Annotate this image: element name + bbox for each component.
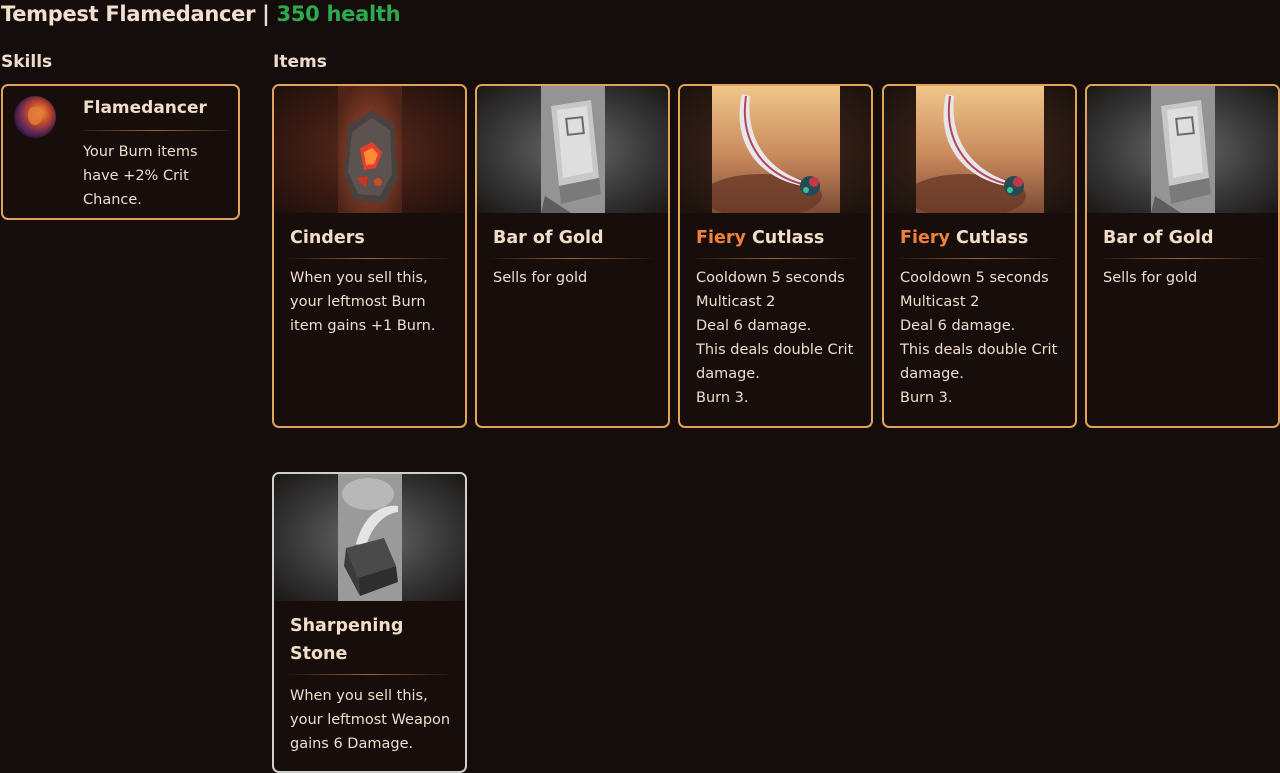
title-separator: | [255, 2, 277, 26]
item-title-prefix: Fiery [696, 228, 746, 248]
item-title: Fiery Cutlass [696, 224, 861, 252]
item-description: Cooldown 5 seconds Multicast 2 Deal 6 da… [900, 266, 1070, 410]
item-desc-line: Sells for gold [493, 270, 588, 286]
item-desc-line: Deal 6 damage. [900, 318, 1016, 334]
item-desc-line: When you sell this, your leftmost Burn i… [290, 270, 436, 334]
item-description: When you sell this, your leftmost Weapon… [290, 684, 460, 756]
item-desc-line: Multicast 2 [900, 294, 980, 310]
gold-bar-icon [540, 86, 605, 213]
item-art [274, 474, 465, 601]
item-description: Cooldown 5 seconds Multicast 2 Deal 6 da… [696, 266, 866, 410]
item-card-bar-of-gold[interactable]: Bar of Gold Sells for gold [475, 84, 670, 428]
item-title-name: Cutlass [751, 228, 825, 248]
item-title: Bar of Gold [1103, 224, 1268, 252]
item-title-name: Bar of Gold [1103, 228, 1214, 248]
item-art [1087, 86, 1278, 213]
item-title: Sharpening Stone [290, 612, 455, 668]
item-desc-line: Cooldown 5 seconds [900, 270, 1049, 286]
cutlass-sword-icon [915, 86, 1044, 213]
item-desc-line: This deals double Crit damage. [900, 342, 1058, 382]
item-desc-line: Multicast 2 [696, 294, 776, 310]
item-card-sharpening-stone[interactable]: Sharpening Stone When you sell this, you… [272, 472, 467, 773]
item-art [884, 86, 1075, 213]
item-card-fiery-cutlass[interactable]: Fiery Cutlass Cooldown 5 seconds Multica… [882, 84, 1077, 428]
item-title-name: Cutlass [955, 228, 1029, 248]
item-card-bar-of-gold[interactable]: Bar of Gold Sells for gold [1085, 84, 1280, 428]
skill-divider [83, 130, 229, 131]
cinders-rock-icon [337, 86, 402, 213]
item-desc-line: This deals double Crit damage. [696, 342, 854, 382]
item-desc-line: Cooldown 5 seconds [696, 270, 845, 286]
item-title-prefix: Fiery [900, 228, 950, 248]
health-value: 350 health [276, 2, 401, 26]
item-divider [290, 258, 448, 259]
sharpening-stone-icon [337, 474, 402, 601]
gold-bar-icon [1150, 86, 1215, 213]
skill-title: Flamedancer [83, 98, 207, 118]
item-desc-line: When you sell this, your leftmost Weapon… [290, 688, 451, 752]
item-divider [900, 258, 1058, 259]
item-desc-line: Burn 3. [900, 390, 953, 406]
item-title: Fiery Cutlass [900, 224, 1065, 252]
item-desc-line: Sells for gold [1103, 270, 1198, 286]
item-divider [1103, 258, 1261, 259]
skills-heading: Skills [1, 52, 53, 72]
item-title: Cinders [290, 224, 455, 252]
item-title: Bar of Gold [493, 224, 658, 252]
item-description: Sells for gold [493, 266, 663, 290]
cutlass-sword-icon [711, 86, 840, 213]
flamedancer-portrait-icon [14, 96, 56, 138]
item-divider [493, 258, 651, 259]
items-heading: Items [273, 52, 327, 72]
item-art [680, 86, 871, 213]
item-art [274, 86, 465, 213]
item-art [477, 86, 668, 213]
item-divider [696, 258, 854, 259]
skill-card-flamedancer[interactable]: Flamedancer Your Burn items have +2% Cri… [1, 84, 240, 220]
character-name: Tempest Flamedancer [1, 2, 256, 26]
item-card-fiery-cutlass[interactable]: Fiery Cutlass Cooldown 5 seconds Multica… [678, 84, 873, 428]
item-desc-line: Burn 3. [696, 390, 749, 406]
item-title-name: Sharpening Stone [290, 616, 404, 664]
item-description: When you sell this, your leftmost Burn i… [290, 266, 460, 338]
page-title: Tempest Flamedancer | 350 health [1, 2, 401, 26]
item-desc-line: Deal 6 damage. [696, 318, 812, 334]
item-title-name: Cinders [290, 228, 365, 248]
item-description: Sells for gold [1103, 266, 1273, 290]
item-title-name: Bar of Gold [493, 228, 604, 248]
skill-description: Your Burn items have +2% Crit Chance. [83, 144, 198, 208]
item-card-cinders[interactable]: Cinders When you sell this, your leftmos… [272, 84, 467, 428]
item-divider [290, 674, 448, 675]
